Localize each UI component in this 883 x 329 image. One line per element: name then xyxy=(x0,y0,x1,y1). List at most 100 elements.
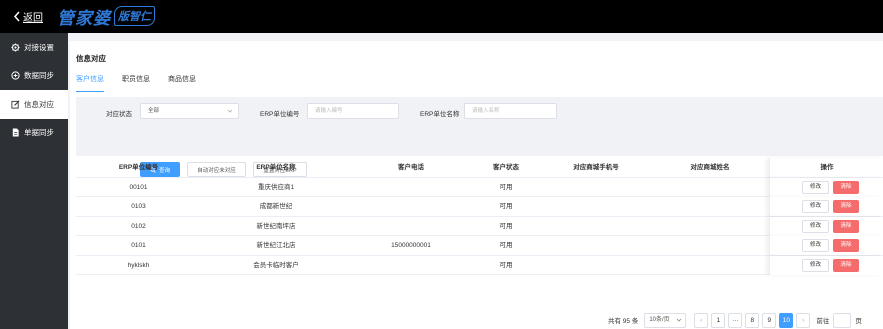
row-actions: 修改 清除 xyxy=(769,216,883,236)
filter-bar: 对应状态 全部 ERP单位编号 请输入编号 ERP单位名称 请输入名称 xyxy=(76,97,883,156)
cell-code: 00101 xyxy=(129,184,148,191)
top-bar: 返回 管家婆 版智仁 xyxy=(0,0,883,33)
chevron-down-icon xyxy=(227,109,233,113)
name-input[interactable]: 请输入名称 xyxy=(464,103,557,119)
logo-main-text: 管家婆 xyxy=(57,8,111,28)
cell-name: 重庆供应商1 xyxy=(257,184,295,191)
tab-staff-info[interactable]: 职员信息 xyxy=(122,75,150,92)
page-button-10[interactable]: 10 xyxy=(779,312,794,328)
total-count: 共有 95 条 xyxy=(608,318,639,325)
content-panel: 信息对应 客户信息 职员信息 商品信息 对应状态 全部 ERP单位编号 请输入编… xyxy=(70,41,883,329)
edit-button[interactable]: 修改 xyxy=(802,258,829,272)
page-title: 信息对应 xyxy=(76,54,106,63)
table-row: 0101 新世纪江北店 15000000001 可用 修改 清除 xyxy=(76,236,883,256)
sidebar-item-connect-settings[interactable]: 对接设置 xyxy=(0,33,68,62)
cell-phone xyxy=(351,217,471,236)
sidebar-item-bill-sync[interactable]: 单据同步 xyxy=(0,119,68,148)
row-actions: 修改 清除 xyxy=(769,236,883,256)
cell-status: 可用 xyxy=(499,184,513,191)
page-size-select[interactable]: 10条/页 xyxy=(644,312,687,328)
main-area: 信息对应 客户信息 职员信息 商品信息 对应状态 全部 ERP单位编号 请输入编… xyxy=(68,33,883,329)
sidebar-item-label: 数据同步 xyxy=(24,71,54,81)
cell-status: 可用 xyxy=(499,261,513,269)
cell-name: 会员卡临时客户 xyxy=(253,261,299,269)
sidebar-item-label: 对接设置 xyxy=(24,42,54,52)
table-row: 00101 重庆供应商1 可用 修改 清除 xyxy=(76,178,883,198)
gear-icon xyxy=(11,43,20,52)
back-label: 返回 xyxy=(23,13,43,24)
goto-page-input[interactable] xyxy=(833,312,852,328)
status-select[interactable]: 全部 xyxy=(140,103,239,119)
edit-icon xyxy=(11,100,20,109)
chevron-left-icon xyxy=(13,11,20,22)
page-unit-label: 页 xyxy=(855,318,862,325)
cell-name: 新世纪江北店 xyxy=(256,242,296,250)
cell-phone xyxy=(351,178,471,197)
code-label: ERP单位编号 xyxy=(260,111,300,118)
goto-label: 前往 xyxy=(816,318,830,325)
table-body: 00101 重庆供应商1 可用 修改 清除 0103 成都新世纪 可用 修改 清… xyxy=(76,178,883,275)
cell-phone xyxy=(351,256,471,275)
edit-button[interactable]: 修改 xyxy=(802,219,829,233)
clear-button[interactable]: 清除 xyxy=(833,219,859,233)
name-label: ERP单位名称 xyxy=(420,111,460,118)
clear-button[interactable]: 清除 xyxy=(833,258,859,272)
cell-phone xyxy=(351,197,471,216)
pagination: 共有 95 条 10条/页 ‹ 1 ··· 8 9 10 › 前往 页 xyxy=(608,312,862,328)
column-header-name: ERP单位名称 xyxy=(256,164,296,171)
clear-button[interactable]: 清除 xyxy=(833,200,859,214)
column-header-mall-name: 对应商城姓名 xyxy=(690,164,730,171)
cell-code: hyklskh xyxy=(127,261,150,269)
cell-phone: 15000000001 xyxy=(391,242,431,250)
sidebar-item-label: 信息对应 xyxy=(24,99,54,109)
tab-product-info[interactable]: 商品信息 xyxy=(168,75,196,92)
chevron-down-icon xyxy=(677,318,682,322)
sidebar-item-label: 单据同步 xyxy=(24,128,54,138)
sidebar-item-data-sync[interactable]: 数据同步 xyxy=(0,62,68,91)
app-logo: 管家婆 版智仁 xyxy=(57,5,155,28)
document-icon xyxy=(12,128,19,137)
column-header-status: 客户状态 xyxy=(493,164,519,171)
table-header: ERP单位编号 ERP单位名称 客户电话 客户状态 对应商城手机号 对应商城姓名… xyxy=(76,158,883,178)
cell-status: 可用 xyxy=(499,242,513,250)
edit-button[interactable]: 修改 xyxy=(802,239,829,253)
table-row: hyklskh 会员卡临时客户 可用 修改 清除 xyxy=(76,255,883,275)
table-row: 0103 成都新世纪 可用 修改 清除 xyxy=(76,197,883,217)
column-header-actions: 操作 xyxy=(820,164,834,171)
page-button-9[interactable]: 9 xyxy=(762,312,777,328)
column-header-mall-phone: 对应商城手机号 xyxy=(573,164,619,171)
tab-bar: 客户信息 职员信息 商品信息 xyxy=(76,75,196,92)
row-actions: 修改 清除 xyxy=(769,197,883,217)
clear-button[interactable]: 清除 xyxy=(833,181,859,194)
column-header-actions-cell: 操作 xyxy=(769,158,883,178)
page-ellipsis[interactable]: ··· xyxy=(728,312,743,328)
cell-status: 可用 xyxy=(499,203,513,211)
sidebar-item-info-mapping[interactable]: 信息对应 xyxy=(0,90,68,119)
cell-code: 0103 xyxy=(131,203,146,211)
sidebar: 对接设置 数据同步 信息对应 单据同步 xyxy=(0,33,68,329)
status-select-value: 全部 xyxy=(148,108,160,114)
cell-status: 可用 xyxy=(499,222,513,230)
edit-button[interactable]: 修改 xyxy=(802,200,829,214)
prev-page-button[interactable]: ‹ xyxy=(694,312,709,328)
code-input[interactable]: 请输入编号 xyxy=(307,103,399,119)
edit-button[interactable]: 修改 xyxy=(802,181,829,194)
clear-button[interactable]: 清除 xyxy=(833,239,859,253)
status-label: 对应状态 xyxy=(106,111,132,118)
logo-sub-text: 版智仁 xyxy=(114,6,155,26)
column-header-phone: 客户电话 xyxy=(398,164,424,171)
tab-customer-info[interactable]: 客户信息 xyxy=(76,75,104,92)
row-actions: 修改 清除 xyxy=(769,178,883,197)
back-button[interactable]: 返回 xyxy=(13,9,43,24)
cell-name: 新世纪南坪店 xyxy=(256,222,296,230)
page-size-value: 10条/页 xyxy=(649,316,670,323)
page-button-1[interactable]: 1 xyxy=(711,312,726,328)
next-page-button[interactable]: › xyxy=(796,312,811,328)
cell-code: 0102 xyxy=(131,222,146,230)
cell-code: 0101 xyxy=(131,242,146,250)
page-button-8[interactable]: 8 xyxy=(745,312,760,328)
row-actions: 修改 清除 xyxy=(769,255,883,275)
sync-icon xyxy=(11,71,20,80)
table-row: 0102 新世纪南坪店 可用 修改 清除 xyxy=(76,216,883,237)
cell-name: 成都新世纪 xyxy=(259,203,293,211)
